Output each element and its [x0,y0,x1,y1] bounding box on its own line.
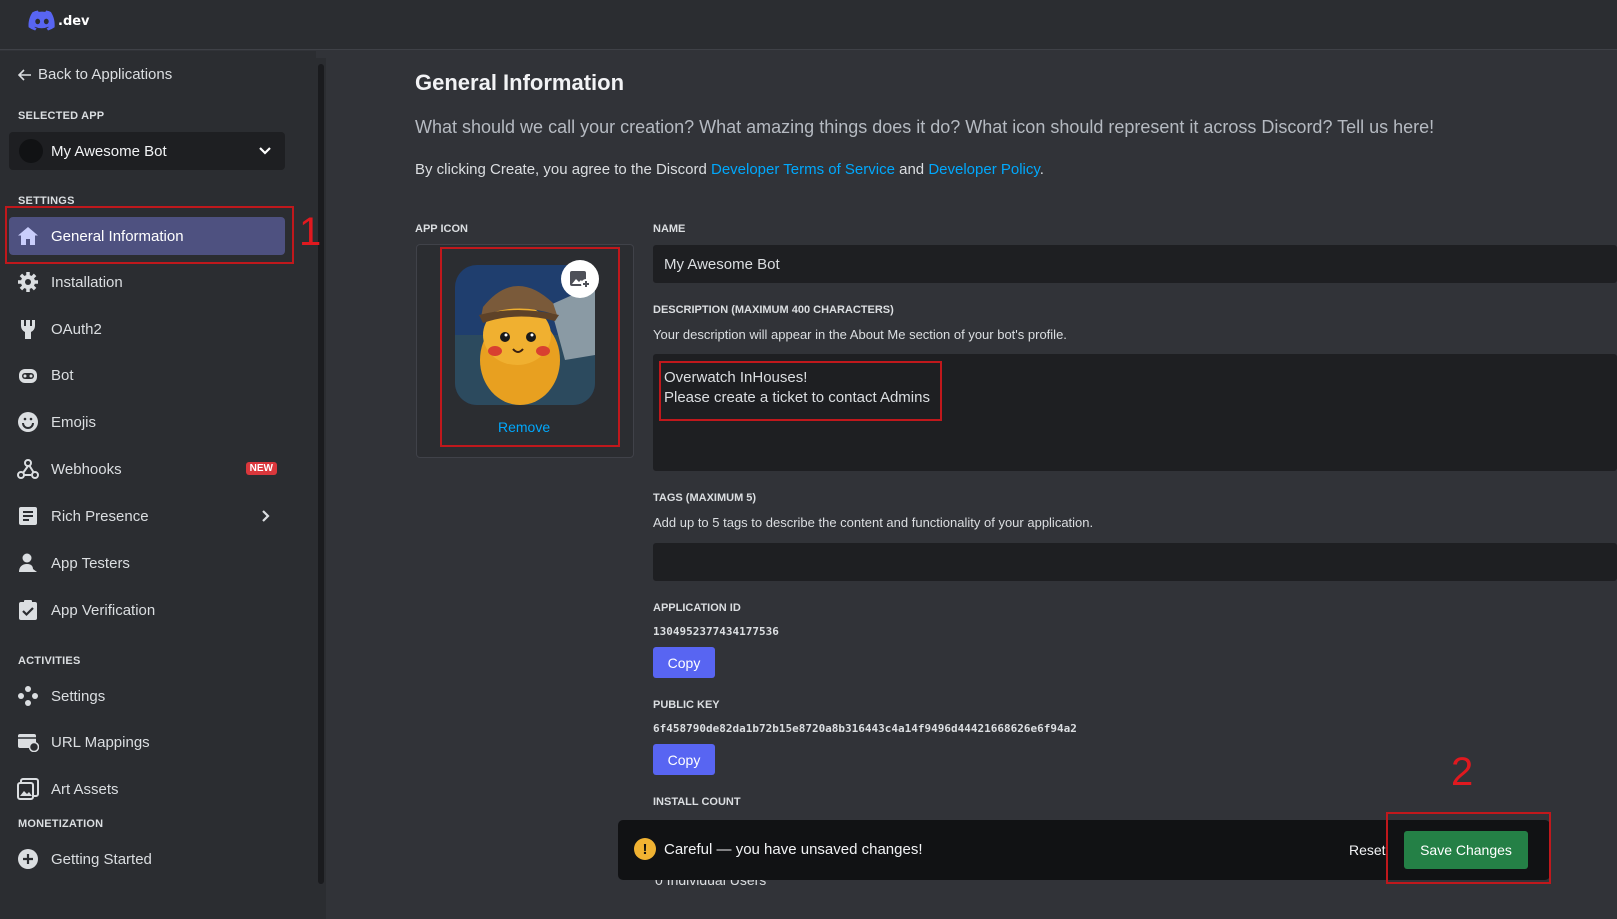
name-value: My Awesome Bot [664,256,780,273]
name-label: NAME [653,223,686,235]
user-icon [17,552,39,574]
sidebar-item-bot[interactable]: Bot [9,356,285,394]
sidebar-item-label: Getting Started [51,850,152,868]
application-id-label: APPLICATION ID [653,602,741,614]
chevron-right-icon [262,510,270,522]
name-field[interactable]: My Awesome Bot [653,245,1617,283]
sidebar-item-label: Installation [51,273,123,291]
chevron-down-icon [259,147,271,155]
terms-notice: By clicking Create, you agree to the Dis… [415,161,1044,178]
tags-help-text: Add up to 5 tags to describe the content… [653,515,1094,530]
sidebar-item-label: App Testers [51,554,130,572]
warning-icon: ! [634,838,656,860]
annotation-box-1 [5,206,294,264]
tags-label: TAGS (MAXIMUM 5) [653,492,757,504]
clipboard-check-icon [17,599,39,621]
description-help-text: Your description will appear in the Abou… [653,327,1067,342]
gear-icon [17,271,39,293]
reset-button[interactable]: Reset [1349,842,1386,858]
terms-suffix: . [1039,161,1044,178]
annotation-box-2 [1386,812,1551,884]
image-icon [17,778,39,800]
sidebar-item-label: OAuth2 [51,320,102,338]
sidebar-item-url-mappings[interactable]: URL Mappings [9,723,285,761]
annotation-box-icon [440,247,620,447]
sidebar-item-label: Settings [51,687,106,705]
sidebar-item-art-assets[interactable]: Art Assets [9,770,285,808]
sidebar-item-getting-started[interactable]: Getting Started [9,840,285,878]
sidebar-item-label: Webhooks [51,460,122,478]
logo-text: .dev [58,13,90,29]
sidebar-item-rich-presence[interactable]: Rich Presence [9,497,285,535]
app-avatar [19,139,43,163]
sidebar-item-emojis[interactable]: Emojis [9,403,285,441]
sidebar-item-label: App Verification [51,601,156,619]
sidebar-item-oauth2[interactable]: OAuth2 [9,310,285,348]
public-key-value: 6f458790de82da1b72b15e8720a8b316443c4a14… [653,722,1077,735]
app-selector-dropdown[interactable]: My Awesome Bot [9,132,285,170]
discord-logo-icon [28,10,55,31]
install-count-label: INSTALL COUNT [653,796,741,808]
sidebar-item-label: Rich Presence [51,507,149,525]
annotation-number-1: 1 [299,210,322,254]
scrollbar-thumb[interactable] [318,64,324,884]
description-label: DESCRIPTION (MAXIMUM 400 CHARACTERS) [653,304,894,316]
sidebar-item-installation[interactable]: Installation [9,263,285,301]
smile-icon [17,411,39,433]
wrench-icon [17,318,39,340]
back-to-applications-link[interactable]: Back to Applications [18,66,172,83]
activities-heading: ACTIVITIES [18,655,81,667]
gamepad-icon [17,685,39,707]
list-icon [17,505,39,527]
selected-app-heading: SELECTED APP [18,110,105,122]
developer-policy-link[interactable]: Developer Policy [928,161,1039,178]
back-label: Back to Applications [38,66,173,83]
public-key-label: PUBLIC KEY [653,699,720,711]
discord-dev-logo[interactable]: .dev [28,10,90,32]
copy-application-id-button[interactable]: Copy [653,647,715,678]
page-title: General Information [415,70,625,95]
annotation-number-2: 2 [1451,750,1474,794]
application-id-value: 1304952377434177536 [653,625,779,638]
terms-and: and [894,161,929,178]
arrow-left-icon [18,68,31,81]
tags-input[interactable] [653,543,1617,581]
new-badge: NEW [245,462,277,475]
top-bar: .dev [0,0,1617,50]
page-description: What should we call your creation? What … [415,117,1435,137]
terms-prefix: By clicking Create, you agree to the Dis… [415,161,711,178]
copy-public-key-button[interactable]: Copy [653,744,715,775]
annotation-box-description [659,361,942,421]
sidebar-item-label: URL Mappings [51,733,150,751]
sidebar-item-webhooks[interactable]: Webhooks NEW [9,450,285,488]
monetization-heading: MONETIZATION [18,818,104,830]
sidebar-scrollbar[interactable] [316,58,326,919]
bot-icon [17,364,39,386]
unsaved-changes-message: Careful — you have unsaved changes! [664,841,923,858]
sidebar-item-label: Bot [51,366,74,384]
developer-terms-link[interactable]: Developer Terms of Service [711,161,895,178]
sidebar-item-app-testers[interactable]: App Testers [9,544,285,582]
sidebar-item-activity-settings[interactable]: Settings [9,677,285,715]
webhook-icon [17,458,39,480]
sidebar-item-label: Art Assets [51,780,119,798]
sidebar-item-label: Emojis [51,413,97,431]
app-selector-value: My Awesome Bot [51,142,167,160]
link-icon [17,731,39,753]
plus-circle-icon [17,848,39,870]
sidebar-item-app-verification[interactable]: App Verification [9,591,285,629]
app-icon-label: APP ICON [415,223,468,235]
